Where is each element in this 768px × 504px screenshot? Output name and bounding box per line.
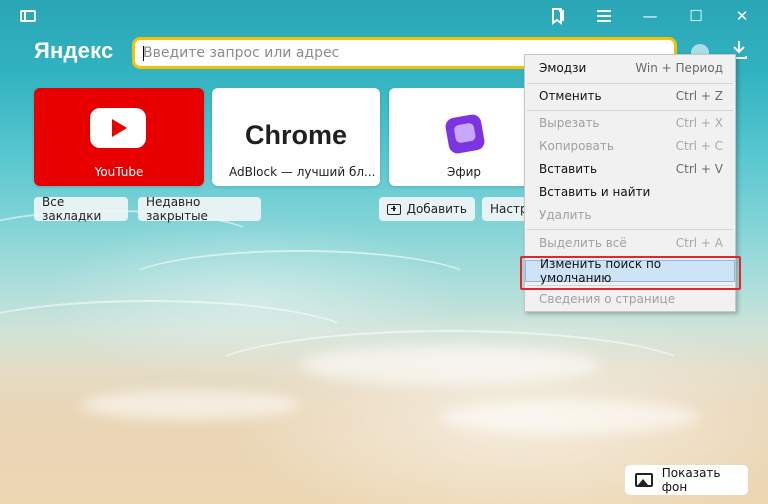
menu-item-label: Выделить всё [539,236,627,250]
tile-big-text: Chrome [244,120,347,150]
add-icon [387,203,401,215]
menu-item-label: Копировать [539,139,614,153]
tile-label: AdBlock — лучший бл... [229,165,376,179]
picture-icon [635,473,653,487]
menu-item-label: Вставить [539,162,598,176]
menu-item-label: Вырезать [539,116,600,130]
menu-item-delete[interactable]: Удалить [525,204,735,226]
chip-label: Недавно закрытые [146,195,208,223]
menu-item-label: Удалить [539,208,592,222]
menu-item-label: Сведения о странице [539,292,676,306]
highlight-frame [520,256,741,290]
minimize-button[interactable]: — [630,0,670,32]
bookmarks-icon[interactable] [538,0,578,32]
close-button[interactable]: ✕ [722,0,762,32]
add-tile-button[interactable]: Добавить [379,197,475,221]
menu-item-shortcut: Win + Период [635,61,723,75]
tile-label: YouTube [94,165,144,179]
menu-item-shortcut: Ctrl + A [675,236,723,250]
menu-item-cut[interactable]: Вырезать Ctrl + X [525,112,735,134]
menu-separator [527,110,733,111]
chip-label: Настр [490,202,528,216]
menu-item-copy[interactable]: Копировать Ctrl + C [525,135,735,157]
menu-separator [527,229,733,230]
text-caret [143,46,144,61]
all-bookmarks-button[interactable]: Все закладки [34,195,128,223]
menu-item-shortcut: Ctrl + Z [675,89,723,103]
tile-efir[interactable]: Эфир [389,88,529,186]
menu-item-label: Эмодзи [539,61,587,75]
settings-button[interactable]: Настр [482,197,530,221]
menu-item-undo[interactable]: Отменить Ctrl + Z [525,85,735,107]
youtube-logo-icon [90,108,146,148]
tile-label: Эфир [446,165,482,179]
recently-closed-button[interactable]: Недавно закрытые [138,195,261,223]
maximize-button[interactable]: ☐ [676,0,716,32]
show-background-button[interactable]: Показать фон [625,465,748,495]
menu-item-label: Отменить [539,89,602,103]
menu-item-shortcut: Ctrl + V [675,162,723,176]
menu-item-paste[interactable]: Вставить Ctrl + V [525,158,735,180]
title-bar: — ☐ ✕ [0,0,768,32]
menu-item-shortcut: Ctrl + X [675,116,723,130]
yandex-logo[interactable]: Яндекс [34,38,113,64]
show-background-label: Показать фон [661,466,721,494]
sidebar-toggle-icon[interactable] [8,0,48,32]
chip-label: Добавить [406,202,467,216]
tile-youtube[interactable]: YouTube [34,88,204,186]
menu-item-label: Вставить и найти [539,185,651,199]
hamburger-menu-icon[interactable] [584,0,624,32]
menu-item-page-info[interactable]: Сведения о странице [525,288,735,310]
menu-item-emoji[interactable]: Эмодзи Win + Период [525,57,735,79]
chip-label: Все закладки [42,195,102,223]
menu-item-shortcut: Ctrl + C [675,139,723,153]
menu-separator [527,83,733,84]
menu-item-select-all[interactable]: Выделить всё Ctrl + A [525,232,735,254]
tile-chrome[interactable]: Chrome AdBlock — лучший бл... [212,88,380,186]
menu-item-paste-and-search[interactable]: Вставить и найти [525,181,735,203]
efir-logo-icon [444,113,486,155]
